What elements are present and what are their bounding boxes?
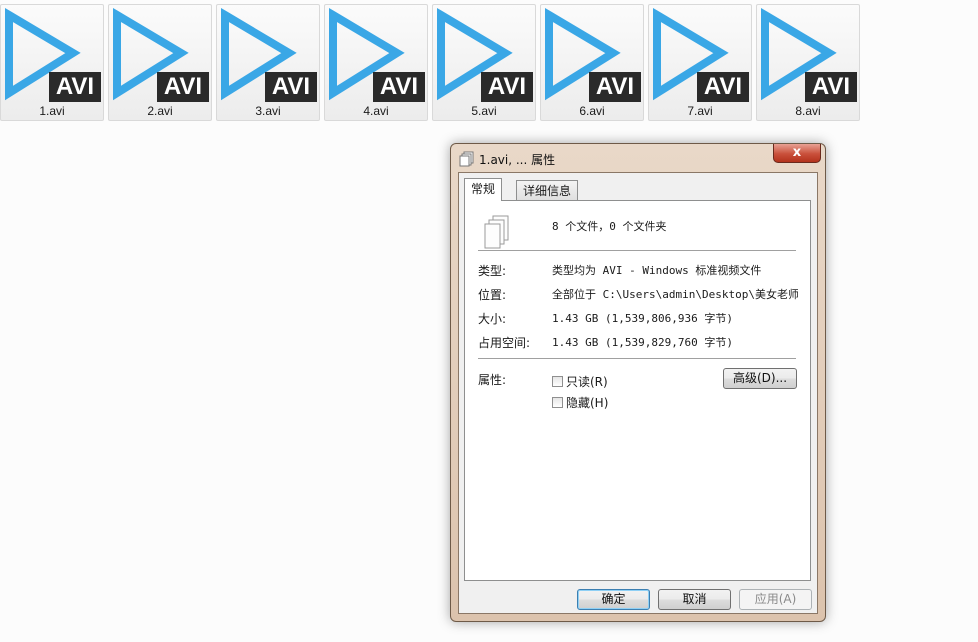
hidden-checkbox[interactable]: 隐藏(H)	[552, 394, 608, 411]
avi-badge: AVI	[373, 72, 425, 102]
size-label: 大小:	[478, 312, 507, 326]
close-button[interactable]: x	[773, 144, 821, 163]
tab-details[interactable]: 详细信息	[516, 180, 579, 201]
location-label: 位置:	[478, 288, 507, 302]
disk-size-label: 占用空间:	[478, 336, 531, 350]
checkbox-box[interactable]	[552, 397, 563, 408]
file-name: 7.avi	[687, 104, 713, 118]
tab-label: 详细信息	[523, 184, 572, 198]
file-name: 3.avi	[255, 104, 281, 118]
attributes-label: 属性:	[478, 373, 507, 387]
type-label: 类型:	[478, 264, 507, 278]
apply-button[interactable]: 应用(A)	[739, 589, 812, 610]
close-icon: x	[792, 145, 802, 160]
file-name: 2.avi	[147, 104, 173, 118]
file-tile[interactable]: AVI 2.avi	[108, 4, 212, 121]
location-value: 全部位于 C:\Users\admin\Desktop\美女老师上	[552, 288, 798, 301]
advanced-button[interactable]: 高级(D)...	[723, 368, 797, 389]
disk-size-value: 1.43 GB (1,539,829,760 字节)	[552, 336, 733, 349]
checkbox-box[interactable]	[552, 376, 563, 387]
file-tile[interactable]: AVI 6.avi	[540, 4, 644, 121]
dialog-title: 1.avi, ... 属性	[479, 153, 556, 167]
tab-label: 常规	[471, 182, 496, 196]
dialog-titlebar[interactable]: 1.avi, ... 属性 x	[451, 144, 825, 172]
ok-button[interactable]: 确定	[577, 589, 650, 610]
tab-general[interactable]: 常规	[464, 178, 503, 201]
readonly-checkbox[interactable]: 只读(R)	[552, 373, 608, 390]
avi-badge: AVI	[157, 72, 209, 102]
type-value: 类型均为 AVI - Windows 标准视频文件	[552, 264, 762, 277]
size-value: 1.43 GB (1,539,806,936 字节)	[552, 312, 733, 325]
avi-badge: AVI	[589, 72, 641, 102]
file-tile[interactable]: AVI 4.avi	[324, 4, 428, 121]
multiple-files-icon	[484, 215, 509, 249]
file-name: 5.avi	[471, 104, 497, 118]
selection-summary: 8 个文件，0 个文件夹	[552, 220, 667, 233]
file-tile[interactable]: AVI 8.avi	[756, 4, 860, 121]
cancel-button[interactable]: 取消	[658, 589, 731, 610]
divider	[478, 358, 796, 359]
multiple-files-icon	[459, 151, 474, 167]
file-name: 4.avi	[363, 104, 389, 118]
avi-badge: AVI	[805, 72, 857, 102]
file-tile[interactable]: AVI 1.avi	[0, 4, 104, 121]
avi-badge: AVI	[49, 72, 101, 102]
properties-dialog: 1.avi, ... 属性 x 常规 详细信息 8 个文件，0 个文件夹 类型:…	[450, 143, 826, 622]
general-tab-panel: 8 个文件，0 个文件夹 类型: 类型均为 AVI - Windows 标准视频…	[464, 200, 811, 581]
file-tile[interactable]: AVI 5.avi	[432, 4, 536, 121]
dialog-client: 常规 详细信息 8 个文件，0 个文件夹 类型: 类型均为 AVI - Wind…	[458, 172, 818, 614]
divider	[478, 250, 796, 251]
file-name: 8.avi	[795, 104, 821, 118]
file-tile[interactable]: AVI 3.avi	[216, 4, 320, 121]
file-name: 1.avi	[39, 104, 65, 118]
file-tile[interactable]: AVI 7.avi	[648, 4, 752, 121]
checkbox-label: 隐藏(H)	[566, 396, 609, 410]
avi-badge: AVI	[697, 72, 749, 102]
avi-badge: AVI	[481, 72, 533, 102]
checkbox-label: 只读(R)	[566, 375, 608, 389]
file-name: 6.avi	[579, 104, 605, 118]
avi-badge: AVI	[265, 72, 317, 102]
